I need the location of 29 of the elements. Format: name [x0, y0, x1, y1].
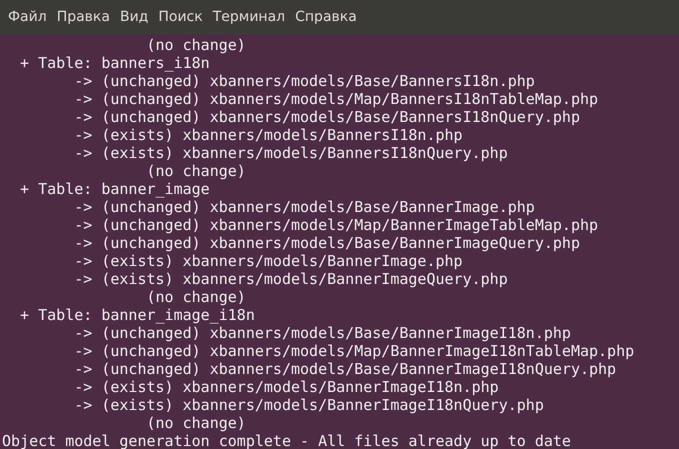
terminal-line: -> (exists) xbanners/models/BannerImageI18n.php [73, 378, 499, 396]
terminal-line: + Table: banners_i18n [19, 54, 210, 72]
terminal-line: -> (exists) xbanners/models/BannerImage.php [73, 252, 463, 270]
terminal-line: -> (unchanged) xbanners/models/Base/BannersI18n.php [73, 72, 535, 90]
menu-item[interactable]: Правка [52, 0, 115, 34]
terminal-line: (no change) [145, 36, 246, 54]
terminal-line: + Table: banner_image_i18n [19, 306, 255, 324]
terminal-line: -> (unchanged) xbanners/models/Base/BannersI18nQuery.php [73, 108, 580, 126]
terminal-line: -> (exists) xbanners/models/BannersI18n.php [73, 126, 463, 144]
menu-item[interactable]: Поиск [153, 0, 208, 34]
menu-item[interactable]: Справка [290, 0, 362, 34]
terminal-line: + Table: banner_image [19, 180, 210, 198]
terminal-line: -> (unchanged) xbanners/models/Map/BannerImageI18nTableMap.php [73, 342, 634, 360]
terminal-line: -> (unchanged) xbanners/models/Map/BannerImageTableMap.php [73, 216, 598, 234]
terminal-line: (no change) [145, 414, 246, 432]
menu-item[interactable]: Вид [114, 0, 154, 34]
terminal-line: Object model generation complete - All files already up to date [2, 432, 571, 449]
menu-item[interactable]: Файл [3, 0, 52, 34]
terminal-line: -> (exists) xbanners/models/BannersI18nQuery.php [73, 144, 508, 162]
terminal-line: -> (unchanged) xbanners/models/Base/BannerImage.php [73, 198, 535, 216]
menu-item[interactable]: Терминал [208, 0, 290, 34]
terminal-line: -> (unchanged) xbanners/models/Map/BannersI18nTableMap.php [73, 90, 598, 108]
terminal-line: -> (unchanged) xbanners/models/Base/BannerImageQuery.php [73, 234, 580, 252]
terminal-line: -> (exists) xbanners/models/BannerImageI18nQuery.php [73, 396, 544, 414]
terminal-line: -> (unchanged) xbanners/models/Base/BannerImageI18nQuery.php [73, 360, 616, 378]
terminal-line: (no change) [145, 162, 246, 180]
terminal-line: -> (exists) xbanners/models/BannerImageQuery.php [73, 270, 508, 288]
terminal-line: -> (unchanged) xbanners/models/Base/BannerImageI18n.php [73, 324, 571, 342]
terminal-line: (no change) [145, 288, 246, 306]
